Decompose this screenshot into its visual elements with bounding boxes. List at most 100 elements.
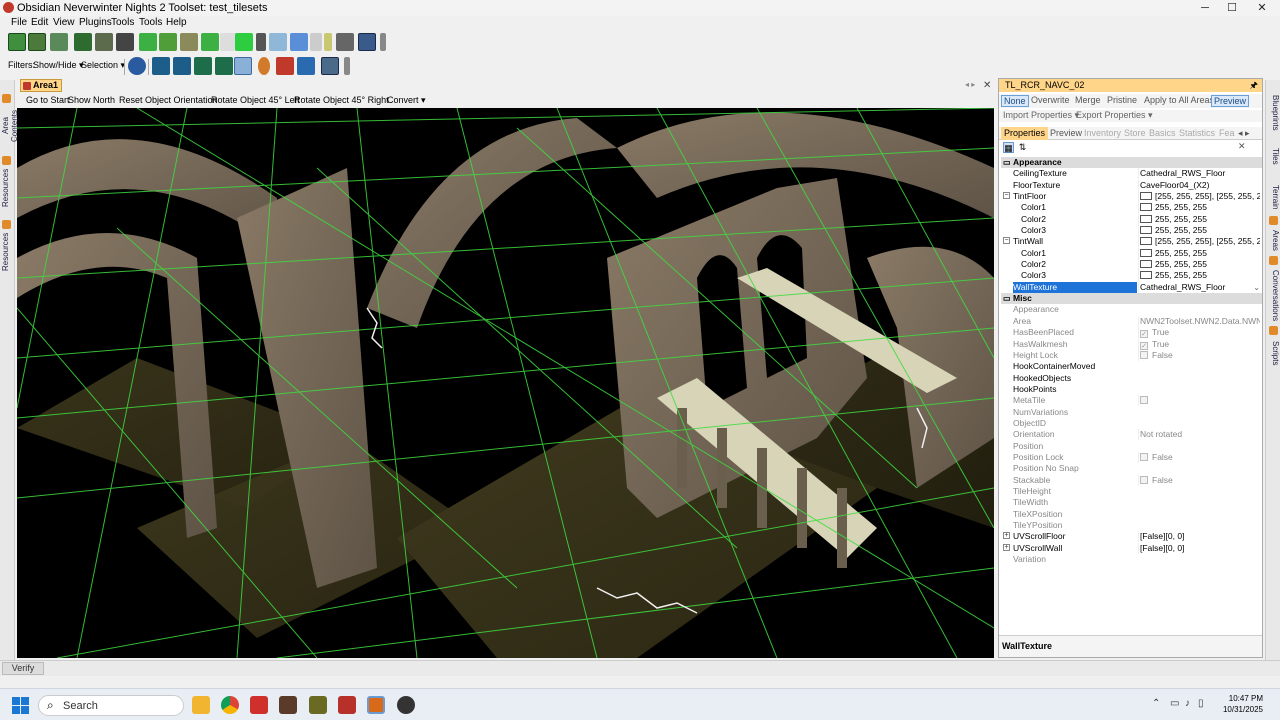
tab-conversations[interactable]: Conversations: [1268, 268, 1280, 323]
property-row[interactable]: CeilingTexture Cathedral_RWS_Floor: [1001, 168, 1262, 180]
tab-area-contents[interactable]: Area Contents: [1, 106, 19, 146]
refresh-icon[interactable]: [297, 57, 315, 75]
property-row[interactable]: Area NWN2Toolset.NWN2.Data.NWN...: [1001, 315, 1262, 327]
property-row[interactable]: Color3 255, 255, 255: [1001, 225, 1262, 237]
alphabetical-icon[interactable]: ⇅: [1017, 142, 1028, 153]
terrain-icon[interactable]: [28, 33, 46, 51]
chrome-icon[interactable]: [221, 696, 239, 714]
menu-view[interactable]: View: [53, 17, 75, 28]
toolset-icon[interactable]: [338, 696, 356, 714]
none-button[interactable]: None: [1001, 95, 1029, 107]
rotate-right-button[interactable]: Rotate Object 45° Right: [294, 95, 389, 105]
tab-scripts[interactable]: Scripts: [1268, 338, 1280, 368]
water-icon[interactable]: [290, 33, 308, 51]
property-value[interactable]: [255, 255, 255], [255, 255, 255...: [1138, 191, 1260, 203]
close-area-button[interactable]: ✕: [983, 80, 991, 91]
tile-icon[interactable]: [50, 33, 68, 51]
property-row[interactable]: Orientation Not rotated: [1001, 429, 1262, 441]
category-misc[interactable]: ▭ Misc: [1001, 293, 1262, 305]
collapse-icon[interactable]: ▭: [1003, 157, 1011, 167]
obsidian-toolset-icon[interactable]: [367, 696, 385, 714]
preview-button[interactable]: Preview: [1211, 95, 1250, 107]
app-dark-icon[interactable]: [397, 696, 415, 714]
foliage-icon[interactable]: [159, 33, 177, 51]
fog-icon[interactable]: [310, 33, 322, 51]
property-row[interactable]: Stackable False: [1001, 474, 1262, 486]
file-explorer-icon[interactable]: [192, 696, 210, 714]
go-to-start-button[interactable]: Go to Start: [26, 95, 70, 105]
tab-preview[interactable]: Preview: [1047, 127, 1085, 140]
property-row[interactable]: Color3 255, 255, 255: [1001, 270, 1262, 282]
game-icon[interactable]: [279, 696, 297, 714]
overwrite-button[interactable]: Overwrite: [1029, 95, 1072, 105]
object-icon[interactable]: [180, 33, 198, 51]
property-row[interactable]: −TintWall [255, 255, 255], [255, 255, 255…: [1001, 236, 1262, 248]
property-value[interactable]: False: [1138, 451, 1260, 463]
property-value[interactable]: [False][0, 0]: [1138, 531, 1260, 543]
light-icon[interactable]: [324, 33, 332, 51]
property-row[interactable]: Height Lock False: [1001, 349, 1262, 361]
property-row[interactable]: ObjectID: [1001, 418, 1262, 429]
property-row[interactable]: FloorTexture CaveFloor04_(X2): [1001, 179, 1262, 191]
property-value[interactable]: 255, 255, 255: [1138, 259, 1260, 271]
menu-help[interactable]: Help: [166, 17, 187, 28]
property-value[interactable]: Cathedral_RWS_Floor: [1138, 168, 1260, 180]
property-row[interactable]: TileXPosition: [1001, 509, 1262, 520]
property-row[interactable]: HasBeenPlaced ✓ True: [1001, 327, 1262, 339]
tab-resources-2[interactable]: Resources: [1, 232, 13, 272]
speaker-icon[interactable]: [336, 33, 354, 51]
checkbox[interactable]: [1140, 475, 1148, 484]
property-value[interactable]: False: [1138, 474, 1260, 486]
property-value[interactable]: 255, 255, 255: [1138, 202, 1260, 214]
tab-blueprints[interactable]: Blueprints: [1268, 90, 1280, 135]
property-row[interactable]: Appearance: [1001, 304, 1262, 315]
grid-toggle-icon[interactable]: [8, 33, 26, 51]
property-value[interactable]: 255, 255, 255: [1138, 213, 1260, 225]
show-north-button[interactable]: Show North: [68, 95, 115, 105]
orbit-icon[interactable]: [234, 57, 252, 75]
expand-icon[interactable]: −: [1003, 192, 1010, 200]
menu-tools-2[interactable]: Tools: [139, 17, 162, 28]
property-row[interactable]: Color2 255, 255, 255: [1001, 213, 1262, 225]
property-row[interactable]: + UVScrollWall [False][0, 0]: [1001, 542, 1262, 554]
checkbox[interactable]: [1140, 350, 1148, 359]
battery-icon[interactable]: ▯: [1198, 698, 1204, 709]
expand-icon[interactable]: +: [1003, 532, 1010, 540]
export-properties-dropdown[interactable]: Export Properties ▾: [1076, 110, 1153, 121]
property-row[interactable]: Position: [1001, 441, 1262, 452]
property-row[interactable]: Color1 255, 255, 255: [1001, 202, 1262, 214]
windows-start-icon[interactable]: [12, 697, 29, 714]
property-value[interactable]: 255, 255, 255: [1138, 225, 1260, 237]
nh-icon[interactable]: [201, 33, 219, 51]
property-row[interactable]: TileHeight: [1001, 486, 1262, 497]
pencil-icon[interactable]: [128, 57, 146, 75]
tree-icon[interactable]: [116, 33, 134, 51]
close-window-button[interactable]: ✕: [1244, 0, 1280, 16]
volume-icon[interactable]: ♪: [1185, 698, 1190, 709]
nwn2-icon[interactable]: [309, 696, 327, 714]
property-row[interactable]: Variation: [1001, 554, 1262, 565]
grass-icon[interactable]: [95, 33, 113, 51]
property-row[interactable]: HasWalkmesh ✓ True: [1001, 338, 1262, 350]
property-row-selected[interactable]: WallTexture Cathedral_RWS_Floor ⌄: [1001, 281, 1262, 293]
area-3d-viewport[interactable]: [17, 108, 994, 658]
menu-edit[interactable]: Edit: [31, 17, 48, 28]
property-value[interactable]: 255, 255, 255: [1138, 270, 1260, 282]
convert-dropdown[interactable]: Convert ▾: [387, 95, 426, 106]
property-row[interactable]: NumVariations: [1001, 407, 1262, 418]
menu-plugins[interactable]: Plugins: [79, 17, 112, 28]
select-icon[interactable]: [152, 57, 170, 75]
overflow-icon[interactable]: [380, 33, 386, 51]
property-value[interactable]: [255, 255, 255], [255, 255, 255...: [1138, 236, 1260, 248]
camera-icon[interactable]: [215, 57, 233, 75]
property-row[interactable]: HookPoints: [1001, 384, 1262, 395]
expand-icon[interactable]: +: [1003, 543, 1010, 551]
reset-orientation-button[interactable]: Reset Object Orientation: [119, 95, 218, 105]
tab-tiles[interactable]: Tiles: [1268, 146, 1280, 166]
tab-area1[interactable]: Area1: [20, 79, 62, 92]
checkbox[interactable]: [1140, 452, 1148, 461]
property-row[interactable]: MetaTile: [1001, 395, 1262, 407]
merge-button[interactable]: Merge: [1073, 95, 1103, 105]
screen-icon[interactable]: [321, 57, 339, 75]
rotate-icon[interactable]: [194, 57, 212, 75]
